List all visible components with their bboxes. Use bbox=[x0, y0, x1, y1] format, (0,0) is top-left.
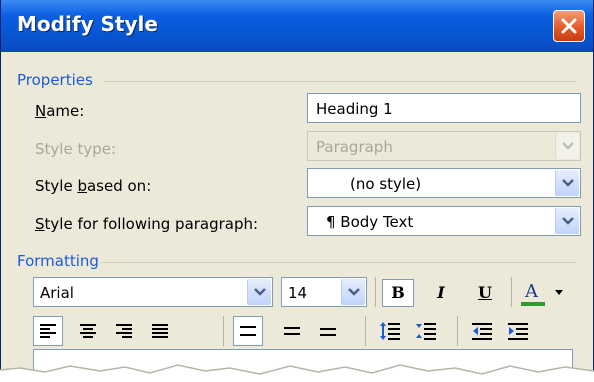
chevron-down-icon bbox=[562, 179, 574, 187]
font-size-value: 14 bbox=[288, 284, 308, 302]
underline-button[interactable]: U bbox=[469, 279, 501, 307]
font-size-dropdown-arrow[interactable] bbox=[341, 279, 365, 305]
align-left-button[interactable] bbox=[33, 316, 63, 346]
font-dropdown-arrow[interactable] bbox=[247, 279, 271, 305]
one-half-spacing-icon bbox=[284, 327, 300, 335]
style-type-select: Paragraph bbox=[307, 131, 581, 161]
font-size-select[interactable]: 14 bbox=[281, 277, 367, 307]
font-value: Arial bbox=[40, 284, 74, 302]
style-type-dropdown-arrow bbox=[555, 133, 579, 159]
decrease-paragraph-spacing-button[interactable] bbox=[411, 316, 441, 346]
chevron-down-icon bbox=[562, 217, 574, 225]
toolbar-separator bbox=[511, 277, 512, 307]
formatting-heading: Formatting bbox=[17, 252, 99, 270]
toolbar-separator bbox=[375, 277, 376, 307]
close-button[interactable] bbox=[553, 10, 585, 42]
decrease-spacing-icon bbox=[416, 323, 436, 340]
based-on-label: Style based on: bbox=[35, 177, 152, 195]
based-on-dropdown-arrow[interactable] bbox=[555, 170, 579, 196]
style-type-label: Style type: bbox=[35, 140, 117, 158]
following-paragraph-value: ¶ Body Text bbox=[326, 213, 414, 231]
toolbar-separator bbox=[223, 316, 224, 346]
based-on-select[interactable]: (no style) bbox=[307, 168, 581, 198]
based-on-value: (no style) bbox=[350, 175, 422, 193]
increase-paragraph-spacing-button[interactable] bbox=[375, 316, 405, 346]
torn-edge-decoration bbox=[0, 364, 594, 382]
align-center-icon bbox=[80, 324, 96, 338]
increase-indent-button[interactable] bbox=[503, 316, 533, 346]
chevron-down-icon bbox=[254, 288, 266, 296]
decrease-indent-icon bbox=[472, 323, 492, 340]
properties-heading: Properties bbox=[17, 71, 93, 89]
decrease-indent-button[interactable] bbox=[467, 316, 497, 346]
one-half-spacing-button[interactable] bbox=[277, 316, 307, 346]
formatting-divider bbox=[101, 262, 577, 263]
following-dropdown-arrow[interactable] bbox=[555, 208, 579, 234]
single-spacing-button[interactable] bbox=[233, 316, 263, 346]
double-spacing-button[interactable] bbox=[313, 316, 343, 346]
justify-icon bbox=[152, 324, 168, 338]
align-left-icon bbox=[40, 324, 56, 338]
double-spacing-icon bbox=[320, 328, 336, 336]
font-color-button[interactable]: A bbox=[517, 277, 569, 307]
font-select[interactable]: Arial bbox=[33, 277, 273, 307]
increase-spacing-icon bbox=[380, 322, 400, 340]
dialog-title: Modify Style bbox=[17, 12, 158, 36]
toolbar-separator bbox=[457, 316, 458, 346]
close-icon bbox=[561, 18, 577, 34]
align-center-button[interactable] bbox=[73, 316, 103, 346]
align-right-button[interactable] bbox=[109, 316, 139, 346]
following-paragraph-select[interactable]: ¶ Body Text bbox=[307, 206, 581, 236]
title-bar[interactable]: Modify Style bbox=[1, 0, 593, 52]
bold-button[interactable]: B bbox=[382, 279, 414, 307]
single-spacing-icon bbox=[240, 326, 256, 336]
italic-button[interactable]: I bbox=[425, 279, 457, 307]
align-right-icon bbox=[116, 324, 132, 338]
name-input[interactable]: Heading 1 bbox=[307, 93, 581, 123]
chevron-down-icon bbox=[348, 288, 360, 296]
font-color-swatch bbox=[521, 302, 545, 306]
following-paragraph-label: Style for following paragraph: bbox=[35, 215, 259, 233]
style-type-value: Paragraph bbox=[316, 138, 393, 156]
justify-button[interactable] bbox=[145, 316, 175, 346]
modify-style-dialog: Modify Style Properties Name: Heading 1 … bbox=[0, 0, 594, 382]
name-label: Name: bbox=[35, 102, 85, 120]
font-color-letter: A bbox=[525, 281, 538, 302]
properties-divider bbox=[103, 81, 577, 82]
toolbar-separator bbox=[365, 316, 366, 346]
caret-down-icon bbox=[555, 290, 563, 295]
increase-indent-icon bbox=[508, 323, 528, 340]
chevron-down-icon bbox=[562, 142, 574, 150]
